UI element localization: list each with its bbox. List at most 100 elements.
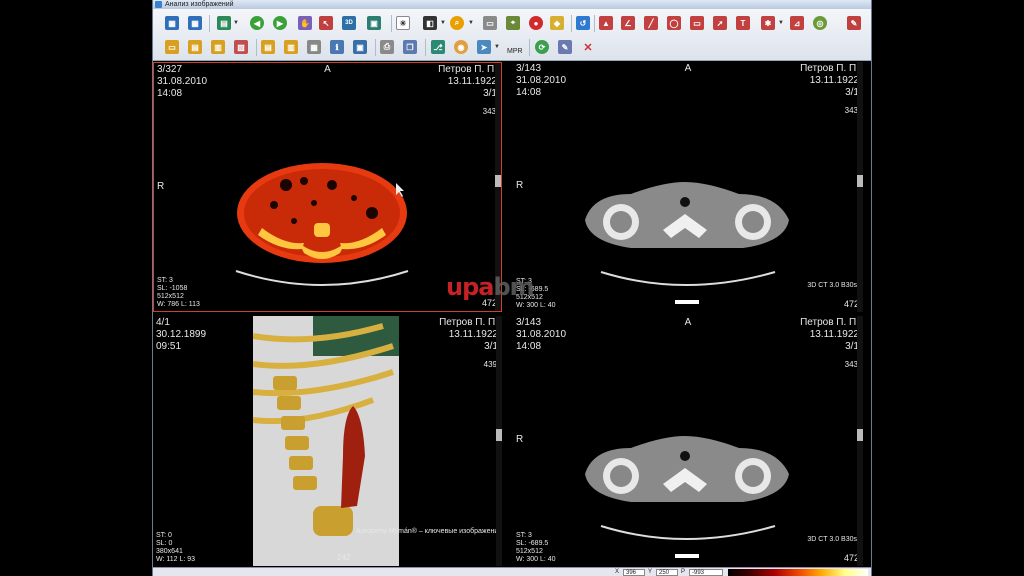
notes-icon[interactable]: ▥	[284, 40, 298, 54]
orientation-top: A	[684, 317, 692, 328]
viewport-scrollbar[interactable]	[857, 316, 863, 566]
slice-count: 343	[844, 106, 858, 115]
record-icon[interactable]: ●	[529, 16, 543, 30]
slice-count: 439	[483, 360, 497, 369]
report-icon[interactable]: ▤	[261, 40, 275, 54]
delete-series-icon[interactable]: ▧	[234, 40, 248, 54]
roi-icon[interactable]: ◆	[550, 16, 564, 30]
refresh-icon[interactable]: ⟳	[535, 40, 549, 54]
axial-ct-grayscale-image	[585, 182, 789, 304]
reset-icon[interactable]: ↺	[576, 16, 590, 30]
send-icon[interactable]: ➤	[477, 40, 491, 54]
scrollbar-thumb[interactable]	[857, 428, 863, 441]
hand-icon[interactable]: ✋	[298, 16, 312, 30]
slice-count: 343	[844, 360, 858, 369]
patient-info: Петров П. П. 13.11.1922 3/1	[438, 64, 497, 99]
eraser-icon[interactable]: ✎	[847, 16, 861, 30]
patient-info: Петров П. П. 13.11.1922 3/1	[800, 317, 859, 352]
image-info-icon[interactable]: ℹ	[330, 40, 344, 54]
copy-icon[interactable]: ❐	[403, 40, 417, 54]
layout-2x2-icon[interactable]: ▦	[188, 16, 202, 30]
scan-params: ST: 0 SL: 0 380x641 W: 112 L: 93	[156, 532, 196, 563]
pointer-icon[interactable]: ↖	[319, 16, 333, 30]
watermark-logo: upabm	[446, 273, 535, 301]
protocol-label: 3D CT 3.0 B30s	[807, 536, 857, 543]
mpr-button[interactable]: MPR	[505, 44, 525, 58]
export-icon[interactable]: ▥	[211, 40, 225, 54]
save-icon[interactable]: ▣	[353, 40, 367, 54]
send-dropdown-icon[interactable]: ▼	[494, 44, 500, 50]
protocol-label: 3D CT 3.0 B30s	[807, 282, 857, 289]
next-icon[interactable]: ▶	[273, 16, 287, 30]
viewport-info-top-left: 4/1 30.12.1899 09:51	[156, 317, 207, 352]
viewport-bottom-left[interactable]: 4/1 30.12.1899 09:51 Петров П. П. 13.11.192…	[153, 316, 502, 566]
orientation-left: R	[516, 180, 524, 191]
slice-count: 343	[482, 107, 496, 116]
toolbar-row-1: ▦ ▦ ▤ ▼ ◀ ▶ ✋ ↖ 3D ▣ ☀ ◧ ▼ ⌕ ▼ ▭ ⌖ ● ◆ ↺…	[153, 12, 871, 36]
prev-icon[interactable]: ◀	[250, 16, 264, 30]
angle-icon[interactable]: ∠	[621, 16, 635, 30]
orientation-top: A	[324, 64, 331, 75]
scale-bar	[675, 554, 699, 558]
arrow-tool-icon[interactable]: ➚	[713, 16, 727, 30]
volume-icon[interactable]: ▣	[367, 16, 381, 30]
open-folder-icon[interactable]: ▭	[165, 40, 179, 54]
p-label: P	[681, 569, 686, 575]
scrollbar-thumb[interactable]	[496, 428, 502, 441]
rect-tool-icon[interactable]: ▭	[690, 16, 704, 30]
line-tool-icon[interactable]: ╱	[644, 16, 658, 30]
toolbar-row-2: ▭ ▤ ▥ ▧ ▤ ▥ ▦ ℹ ▣ ⎙ ❐ ⎇ ◉ ➤ ▼ MPR ⟳ ✎ ✕	[153, 36, 871, 60]
scrollbar-thumb[interactable]	[857, 174, 863, 187]
cd-icon[interactable]: ◉	[454, 40, 468, 54]
y-value: 250	[656, 569, 678, 576]
import-icon[interactable]: ▤	[188, 40, 202, 54]
3d-icon[interactable]: 3D	[342, 16, 356, 30]
viewport-bottom-right[interactable]: 3/143 31.08.2010 14:08 A Петров П. П. 13.11…	[513, 316, 863, 566]
ellipse-tool-icon[interactable]: ◯	[667, 16, 681, 30]
edit-icon[interactable]: ✎	[558, 40, 572, 54]
text-tool-icon[interactable]: T	[736, 16, 750, 30]
contrast-icon[interactable]: ◧	[423, 16, 437, 30]
calibrate-icon[interactable]: ⊿	[790, 16, 804, 30]
histogram-icon[interactable]: ▲	[599, 16, 613, 30]
magnify-dropdown-icon[interactable]: ▼	[468, 20, 474, 26]
patient-info: Петров П. П. 13.11.1922 3/1	[800, 63, 859, 98]
scrollbar-thumb[interactable]	[495, 174, 501, 187]
magnify-icon[interactable]: ⌕	[450, 16, 464, 30]
p-value: -993	[689, 569, 723, 576]
target-icon[interactable]: ◎	[813, 16, 827, 30]
series-dropdown-icon[interactable]: ▼	[233, 20, 239, 26]
image-caption: Алгоритм Mymán® – ключевые изображения	[356, 528, 502, 535]
scan-params: ST: 3 SL: -689.5 512x512 W: 300 L: 40	[516, 532, 556, 563]
contrast-dropdown-icon[interactable]: ▼	[440, 20, 446, 26]
viewport-info-top-left: 3/143 31.08.2010 14:08	[516, 317, 567, 352]
viewport-scrollbar[interactable]	[857, 62, 863, 312]
orientation-left: R	[157, 181, 165, 192]
region-dropdown-icon[interactable]: ▼	[778, 20, 784, 26]
x-label: X	[615, 569, 620, 575]
print-preview-icon[interactable]: ▭	[483, 16, 497, 30]
scan-params: ST: 3 SL: -1058 512x512 W: 786 L: 113	[157, 277, 200, 308]
viewport-top-right[interactable]: 3/143 31.08.2010 14:08 A Петров П. П. 13.11…	[513, 62, 863, 312]
viewport-info-top-left: 3/143 31.08.2010 14:08	[516, 63, 567, 98]
series-icon[interactable]: ▤	[217, 16, 231, 30]
print-icon[interactable]: ⎙	[380, 40, 394, 54]
window-title: Анализ изображений	[165, 1, 234, 8]
brightness-icon[interactable]: ☀	[396, 16, 410, 30]
measure-icon[interactable]: ⌖	[506, 16, 520, 30]
patient-info: Петров П. П. 13.11.1922 3/1	[439, 317, 498, 352]
scale-bar	[675, 300, 699, 304]
title-bar: Анализ изображений	[153, 0, 871, 9]
region-tool-icon[interactable]: ✱	[761, 16, 775, 30]
close-icon[interactable]: ✕	[581, 40, 595, 54]
viewport-scrollbar[interactable]	[496, 316, 502, 566]
grid-icon[interactable]: ▦	[307, 40, 321, 54]
network-icon[interactable]: ⎇	[431, 40, 445, 54]
layout-1x1-icon[interactable]: ▦	[165, 16, 179, 30]
x-value: 396	[623, 569, 645, 576]
orientation-top: A	[684, 63, 692, 74]
toolbar: ▦ ▦ ▤ ▼ ◀ ▶ ✋ ↖ 3D ▣ ☀ ◧ ▼ ⌕ ▼ ▭ ⌖ ● ◆ ↺…	[153, 9, 871, 61]
axial-ct-grayscale-image	[585, 436, 789, 558]
bottom-number: 242	[337, 553, 351, 562]
viewport-grid: 3/327 31.08.2010 14:08 A Петров П. П. 13.11…	[153, 62, 863, 576]
